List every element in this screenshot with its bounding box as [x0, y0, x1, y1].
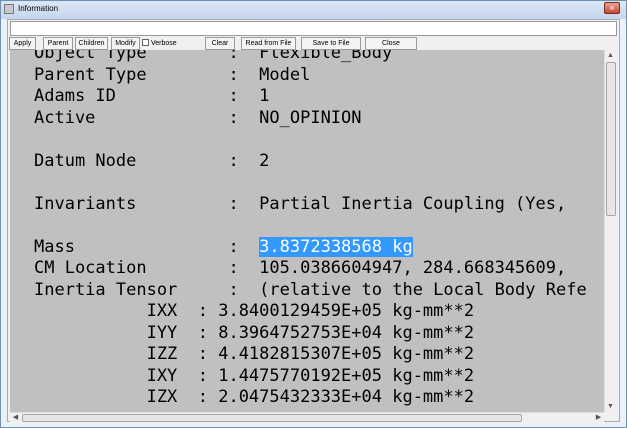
title-bar[interactable]: Information × — [1, 1, 626, 19]
read-from-file-button[interactable]: Read from File — [241, 37, 296, 50]
command-input[interactable] — [10, 21, 617, 36]
izz-line: IZZ : 4.4182815307E+05 kg-mm**2 — [34, 344, 475, 364]
toolbar: Apply Parent Children Modify Verbose Cle… — [9, 37, 618, 50]
verbose-label: Verbose — [151, 40, 177, 47]
information-window: Information × Apply Parent Children Modi… — [0, 0, 627, 428]
scroll-right-icon[interactable]: ▶ — [593, 413, 604, 422]
verbose-checkbox[interactable]: Verbose — [142, 39, 177, 48]
clear-button[interactable]: Clear — [205, 37, 235, 50]
cm-location-line: CM Location : 105.0386604947, 284.668345… — [34, 258, 567, 278]
mass-value-selected: 3.8372338568 kg — [259, 236, 413, 257]
mass-label: Mass : — [34, 236, 260, 257]
horizontal-scrollbar[interactable]: ◀ ▶ — [10, 412, 604, 423]
inertia-tensor-line: Inertia Tensor : (relative to the Local … — [34, 279, 587, 300]
horizontal-scroll-thumb[interactable] — [22, 414, 522, 422]
izx-line: IZX : 2.0475432333E+04 kg-mm**2 — [34, 387, 475, 407]
children-button[interactable]: Children — [75, 37, 108, 50]
modify-button[interactable]: Modify — [111, 37, 140, 50]
object-type-line: Object Type : Flexible_Body — [34, 50, 393, 63]
app-icon — [4, 4, 14, 14]
window-title: Information — [18, 4, 59, 13]
vertical-scroll-thumb[interactable] — [606, 62, 616, 216]
ixx-line: IXX : 3.8400129459E+05 kg-mm**2 — [34, 301, 475, 321]
mass-line: Mass : 3.8372338568 kg — [34, 236, 413, 259]
close-button[interactable]: Close — [365, 37, 417, 50]
datum-node-line: Datum Node : 2 — [34, 150, 270, 171]
output-text: Object Type : Flexible_Body Parent Type … — [10, 50, 587, 407]
scroll-down-icon[interactable]: ▼ — [605, 401, 616, 412]
output-text-area[interactable]: Object Type : Flexible_Body Parent Type … — [10, 50, 604, 412]
ixy-line: IXY : 1.4475770192E+05 kg-mm**2 — [34, 365, 475, 386]
apply-button[interactable]: Apply — [9, 37, 36, 50]
parent-button[interactable]: Parent — [43, 37, 73, 50]
close-icon[interactable]: × — [604, 2, 620, 14]
scroll-left-icon[interactable]: ◀ — [10, 413, 21, 422]
save-to-file-button[interactable]: Save to File — [301, 37, 361, 50]
invariants-line: Invariants : Partial Inertia Coupling (Y… — [34, 193, 567, 214]
iyy-line: IYY : 8.3964752753E+04 kg-mm**2 — [34, 322, 475, 343]
parent-type-line: Parent Type : Model — [34, 64, 311, 85]
client-area: Apply Parent Children Modify Verbose Cle… — [7, 19, 620, 423]
vertical-scrollbar[interactable]: ▲ ▼ — [604, 50, 617, 412]
scroll-up-icon[interactable]: ▲ — [605, 50, 616, 61]
adams-id-line: Adams ID : 1 — [34, 86, 270, 106]
active-line: Active : NO_OPINION — [34, 107, 362, 128]
checkbox-icon — [142, 39, 149, 46]
